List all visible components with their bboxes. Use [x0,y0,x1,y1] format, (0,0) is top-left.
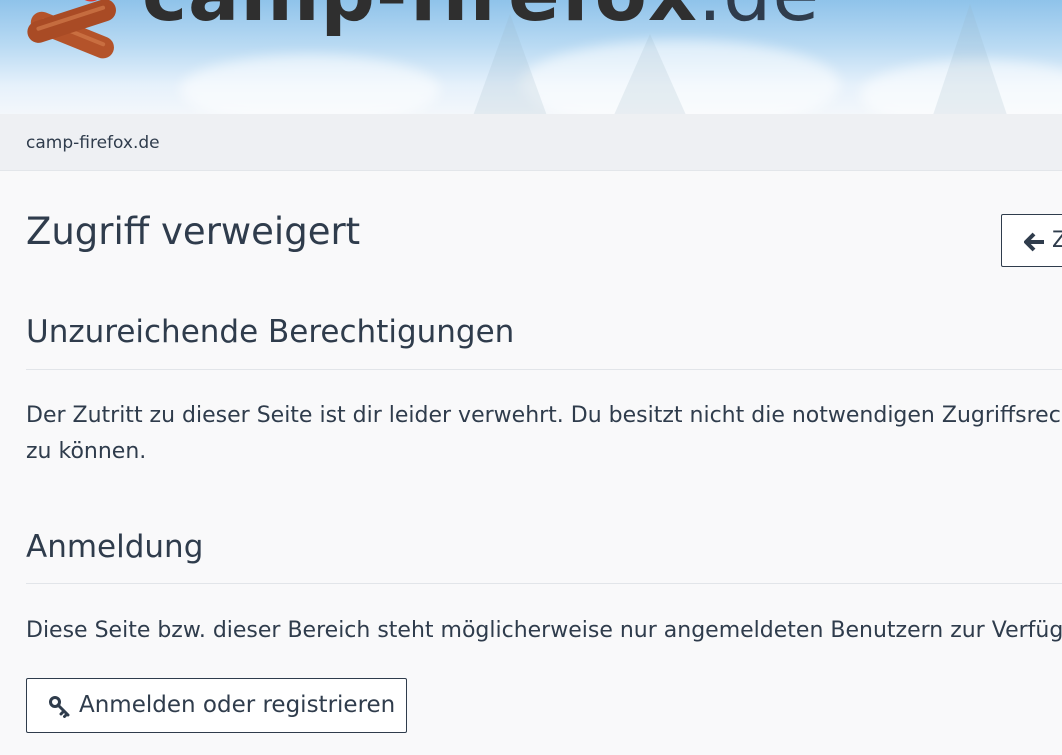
breadcrumb-home-link[interactable]: camp-firefox.de [26,133,160,153]
key-icon [49,696,70,718]
brand-tld: .de [698,0,820,38]
site-header: camp-firefox.de [0,0,1062,114]
permissions-text-line-1: Der Zutritt zu dieser Seite ist dir leid… [26,403,1062,428]
breadcrumb: camp-firefox.de [0,114,1062,171]
arrow-left-icon [1024,232,1044,252]
login-register-button[interactable]: Anmelden oder registrieren [26,678,407,733]
login-register-label: Anmelden oder registrieren [79,692,396,718]
permissions-text-line-2: zu können. [26,439,147,464]
section-heading-login: Anmeldung [26,529,204,565]
section-divider [26,583,1062,584]
login-text: Diese Seite bzw. dieser Bereich steht mö… [26,618,1062,643]
brand-name: camp-firefox [142,0,698,38]
back-button[interactable]: Z [1001,214,1062,267]
header-tree-silhouette [610,34,690,114]
section-divider [26,369,1062,370]
section-heading-permissions: Unzureichende Berechtigungen [26,314,515,350]
header-cloud [180,55,440,114]
back-button-label: Z [1052,228,1062,253]
page-title: Zugriff verweigert [26,210,361,253]
site-brand[interactable]: camp-firefox.de [142,0,820,32]
campfire-logs-icon[interactable] [22,0,122,62]
header-tree-silhouette [930,4,1010,114]
